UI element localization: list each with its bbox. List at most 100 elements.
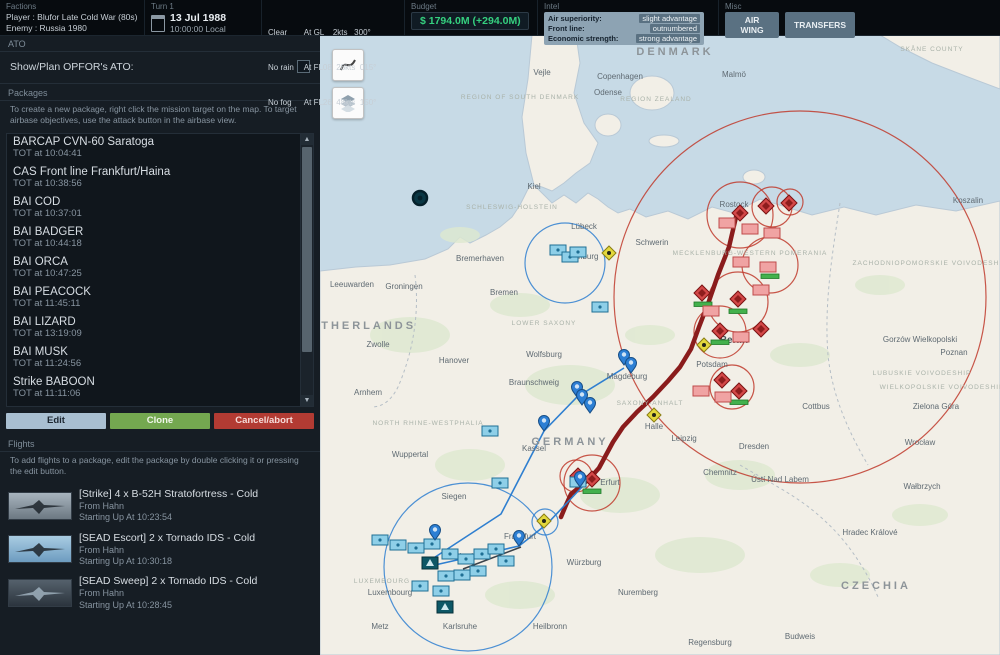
greenbar-marker[interactable]	[729, 309, 747, 314]
friendly-unit-marker[interactable]	[372, 535, 388, 545]
enemy-unit-marker[interactable]	[760, 262, 776, 272]
friendly-unit-marker[interactable]	[488, 544, 504, 554]
map-label: Arnhem	[354, 388, 382, 397]
map-label: Gorzów Wielkopolski	[883, 335, 957, 344]
map-label: Braunschweig	[509, 378, 559, 387]
package-item[interactable]: BAI PEACOCK TOT at 11:45:11	[7, 284, 300, 314]
aircraft-thumbnail	[8, 492, 72, 520]
flights-header: Flights	[0, 435, 320, 452]
greenbar-marker[interactable]	[730, 400, 748, 405]
turn-section: Turn 1 13 Jul 1988 10:00:00 Local	[145, 0, 262, 35]
weather-fog: No fog	[268, 97, 294, 109]
flight-item[interactable]: [SEAD Sweep] 2 x Tornado IDS - Cold From…	[6, 571, 314, 615]
friendly-unit-marker[interactable]	[492, 478, 508, 488]
scroll-down-icon[interactable]: ▼	[301, 395, 313, 406]
package-item[interactable]: BAI COD TOT at 10:37:01	[7, 194, 300, 224]
flight-title: [Strike] 4 x B-52H Stratofortress - Cold	[79, 488, 258, 501]
map-label: Bremen	[490, 288, 518, 297]
flight-from: From Hahn	[79, 588, 257, 599]
friendly-unit-marker[interactable]	[570, 247, 586, 257]
weather-rain: No rain	[268, 62, 294, 74]
package-item[interactable]: BARCAP CVN-60 Saratoga TOT at 10:04:41	[7, 134, 300, 164]
wind-gl: At GL 2kts 300°	[304, 27, 377, 39]
enemy-unit-marker[interactable]	[703, 306, 719, 316]
map-label: CZECHIA	[841, 580, 911, 592]
friendly-unit-marker[interactable]	[592, 302, 608, 312]
package-item[interactable]: BAI BADGER TOT at 10:44:18	[7, 224, 300, 254]
map-label: Kiel	[527, 182, 541, 191]
turn-date: 13 Jul 1988	[170, 12, 226, 24]
enemy-unit-marker[interactable]	[742, 224, 758, 234]
enemy-unit-marker[interactable]	[733, 332, 749, 342]
friendly-unit-marker[interactable]	[498, 556, 514, 566]
package-list-scrollbar[interactable]: ▲ ▼	[300, 134, 313, 406]
package-item[interactable]: BAI MUSK TOT at 11:24:56	[7, 344, 300, 374]
package-item[interactable]: BAI ORCA TOT at 10:47:25	[7, 254, 300, 284]
map-label: Budweis	[785, 632, 815, 641]
opfor-ato-label: Show/Plan OPFOR's ATO:	[10, 61, 134, 73]
friendly-unit-marker[interactable]	[424, 539, 440, 549]
package-list[interactable]: BARCAP CVN-60 Saratoga TOT at 10:04:41 C…	[6, 133, 314, 407]
wind-fl08: At FL08 28kts 015°	[304, 62, 377, 74]
map-view[interactable]: DENMARKSKÅNE COUNTYVejleCopenhagenMalmöO…	[320, 35, 1000, 655]
carrier-marker[interactable]	[413, 191, 427, 205]
friendly-unit-marker[interactable]	[408, 543, 424, 553]
flight-item[interactable]: [SEAD Escort] 2 x Tornado IDS - Cold Fro…	[6, 528, 314, 572]
map-label: Wałbrzych	[903, 482, 940, 491]
edit-button[interactable]: Edit	[6, 413, 106, 429]
map-label: Wuppertal	[392, 450, 429, 459]
airbase-marker[interactable]	[422, 557, 438, 569]
package-tot: TOT at 11:45:11	[13, 298, 294, 309]
map-label: Chemnitz	[703, 468, 737, 477]
greenbar-marker[interactable]	[711, 340, 729, 345]
intel-panel: Air superiority: slight advantage Front …	[544, 12, 704, 45]
turn-label: Turn 1	[151, 2, 253, 11]
scrollbar-thumb[interactable]	[302, 147, 312, 352]
turn-time: 10:00:00 Local	[170, 24, 226, 34]
enemy-unit-marker[interactable]	[764, 228, 780, 238]
enemy-unit-marker[interactable]	[715, 392, 731, 402]
enemy-unit-marker[interactable]	[693, 386, 709, 396]
enemy-unit-marker[interactable]	[753, 285, 769, 295]
map-label: Siegen	[442, 492, 467, 501]
map-label: Hradec Králové	[842, 528, 898, 537]
clone-button[interactable]: Clone	[110, 413, 210, 429]
greenbar-marker[interactable]	[583, 489, 601, 494]
flight-title: [SEAD Sweep] 2 x Tornado IDS - Cold	[79, 575, 257, 588]
package-tot: TOT at 11:24:56	[13, 358, 294, 369]
flight-list: [Strike] 4 x B-52H Stratofortress - Cold…	[0, 484, 320, 615]
flight-item[interactable]: [Strike] 4 x B-52H Stratofortress - Cold…	[6, 484, 314, 528]
friendly-unit-marker[interactable]	[454, 570, 470, 580]
budget-section: Budget $ 1794.0M (+294.0M)	[405, 0, 538, 35]
greenbar-marker[interactable]	[761, 274, 779, 279]
map-canvas[interactable]: DENMARKSKÅNE COUNTYVejleCopenhagenMalmöO…	[320, 35, 1000, 655]
map-label: Poznan	[940, 348, 967, 357]
friendly-unit-marker[interactable]	[470, 566, 486, 576]
map-label: Zielona Góra	[913, 402, 960, 411]
map-label: NORTH RHINE-WESTPHALIA	[372, 420, 483, 427]
budget-value[interactable]: $ 1794.0M (+294.0M)	[411, 12, 529, 30]
top-bar: Factions Player : Blufor Late Cold War (…	[0, 0, 1000, 36]
map-label: Ústí Nad Labem	[751, 475, 809, 484]
friendly-unit-marker[interactable]	[458, 554, 474, 564]
friendly-unit-marker[interactable]	[390, 540, 406, 550]
enemy-unit-marker[interactable]	[719, 218, 735, 228]
package-item[interactable]: Strike BABOON TOT at 11:11:06	[7, 374, 300, 404]
transfers-button[interactable]: TRANSFERS	[785, 12, 855, 38]
enemy-unit-marker[interactable]	[733, 257, 749, 267]
package-name: BAI COD	[13, 196, 294, 208]
friendly-unit-marker[interactable]	[442, 549, 458, 559]
friendly-unit-marker[interactable]	[438, 571, 454, 581]
package-item[interactable]: CAS Front line Frankfurt/Haina TOT at 10…	[7, 164, 300, 194]
cancel-abort-button[interactable]: Cancel/abort	[214, 413, 314, 429]
budget-label: Budget	[411, 2, 529, 11]
air-wing-button[interactable]: AIR WING	[725, 12, 779, 38]
package-item[interactable]: BAI LIZARD TOT at 13:19:09	[7, 314, 300, 344]
map-label: Nuremberg	[618, 588, 658, 597]
scroll-up-icon[interactable]: ▲	[301, 134, 313, 145]
friendly-unit-marker[interactable]	[433, 586, 449, 596]
friendly-unit-marker[interactable]	[412, 581, 428, 591]
airbase-marker[interactable]	[437, 601, 453, 613]
map-label: LUBUSKIE VOIVODESHIP	[873, 370, 972, 377]
friendly-unit-marker[interactable]	[482, 426, 498, 436]
